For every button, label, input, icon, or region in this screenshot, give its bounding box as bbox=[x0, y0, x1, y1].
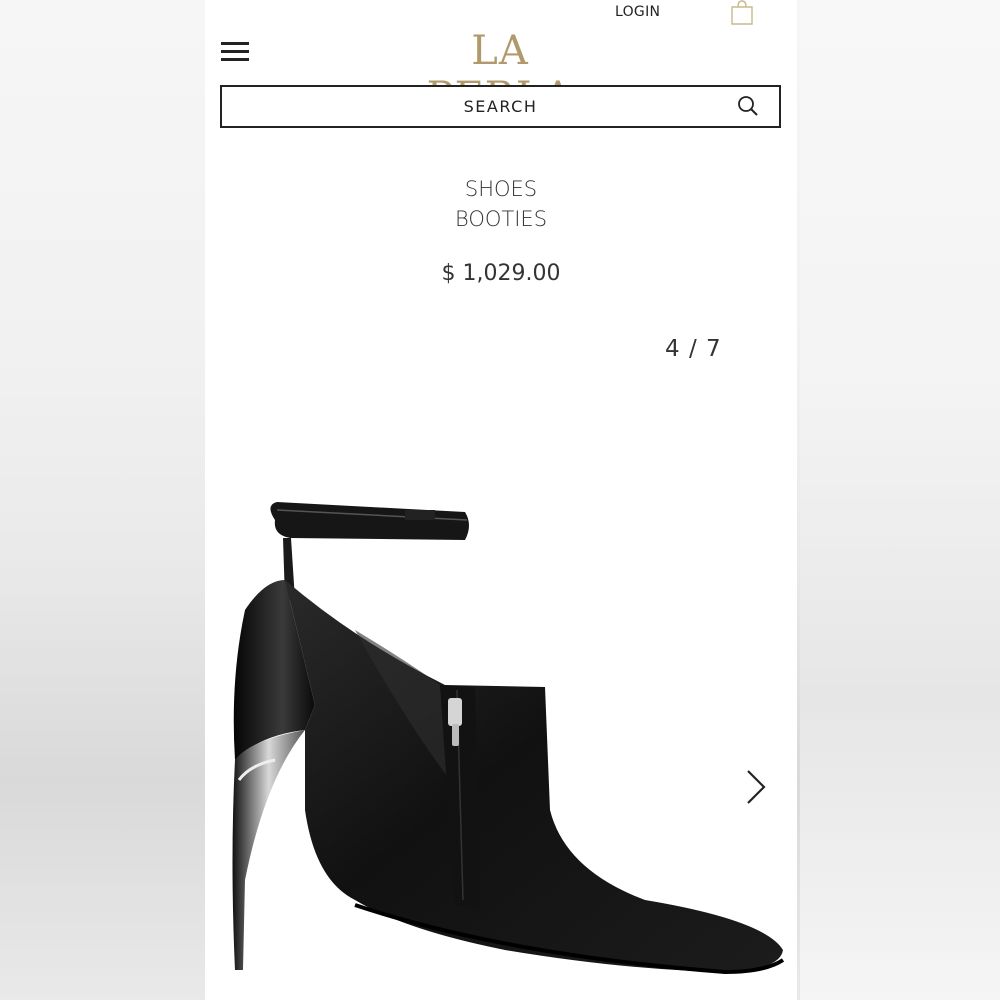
mobile-page: LOGIN LA PERLA SEARCH SHOES BOOTIES $ 1,… bbox=[205, 0, 797, 1000]
product-subcategory[interactable]: BOOTIES bbox=[205, 207, 797, 231]
search-icon[interactable] bbox=[737, 95, 759, 117]
hamburger-menu-icon[interactable] bbox=[220, 40, 250, 62]
product-image-bootie[interactable] bbox=[205, 480, 797, 1000]
gallery-pager: 4 / 7 bbox=[665, 336, 722, 362]
product-category[interactable]: SHOES bbox=[205, 177, 797, 201]
chevron-right-icon[interactable] bbox=[745, 768, 767, 806]
search-bar[interactable]: SEARCH bbox=[220, 85, 781, 128]
login-link[interactable]: LOGIN bbox=[615, 4, 660, 20]
background-blur-right bbox=[800, 0, 1000, 1000]
search-placeholder[interactable]: SEARCH bbox=[222, 97, 779, 116]
product-price: $ 1,029.00 bbox=[441, 261, 561, 286]
shopping-bag-icon[interactable] bbox=[730, 0, 754, 26]
